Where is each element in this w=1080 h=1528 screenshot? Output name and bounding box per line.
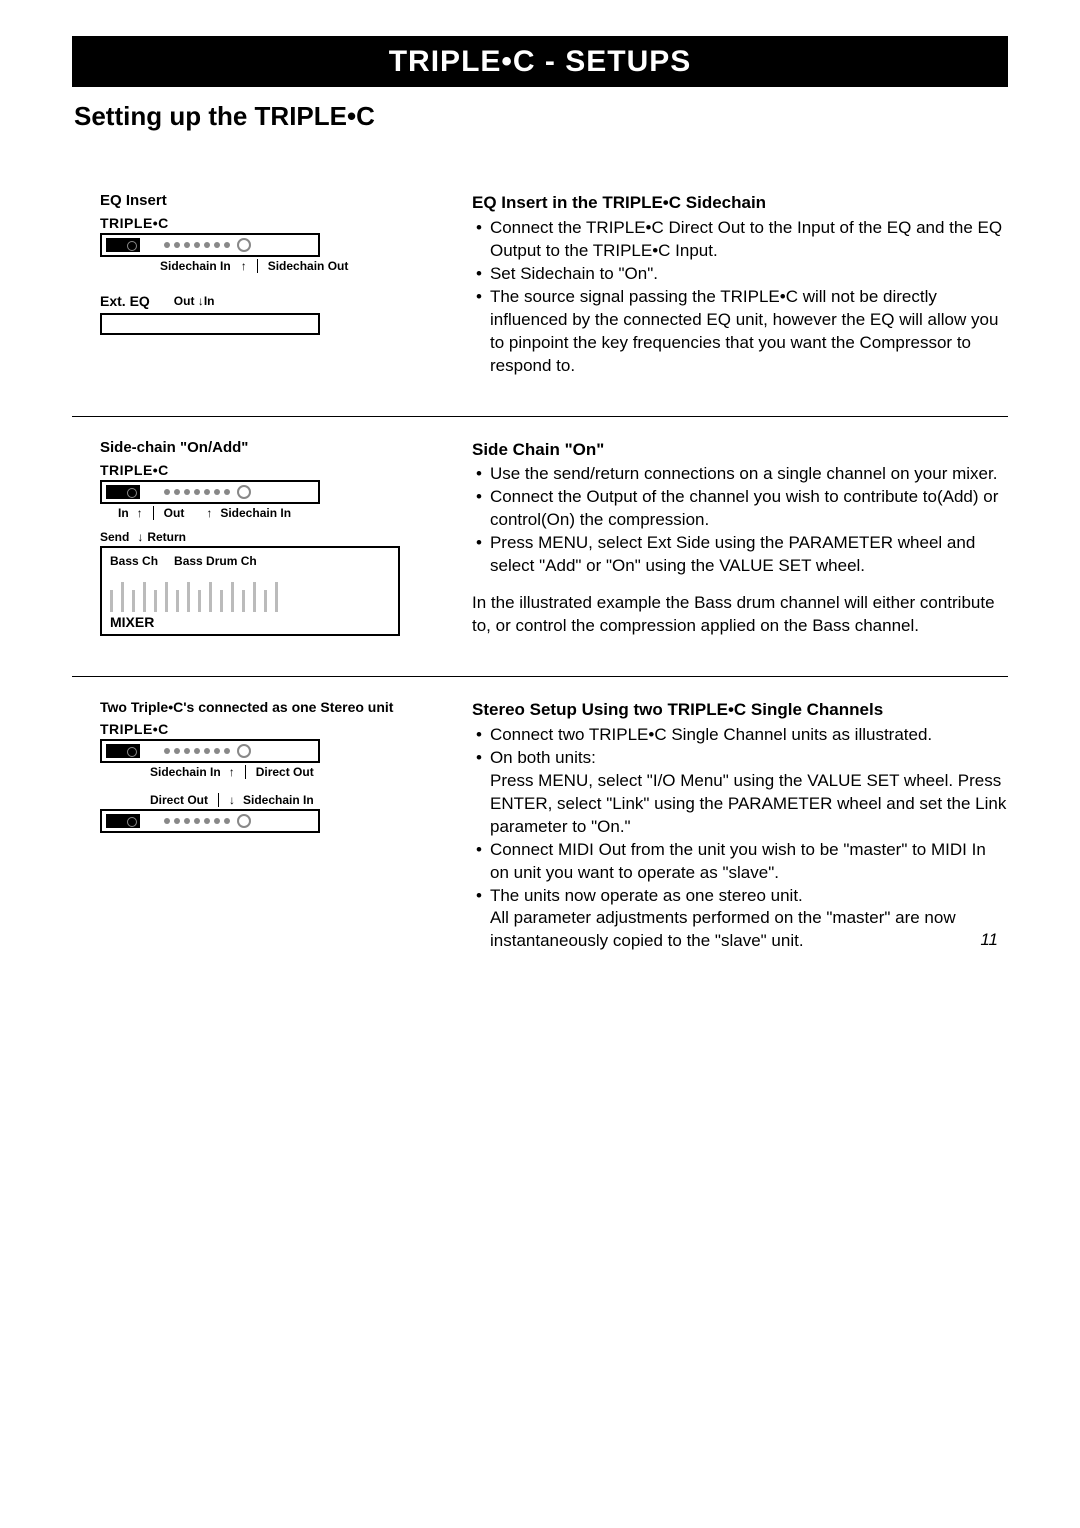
diagram-title: Side-chain "On/Add" — [100, 439, 442, 456]
bullet: The units now operate as one stereo unit… — [472, 885, 1008, 954]
channel-label: Bass Drum Ch — [174, 554, 257, 568]
ext-eq-box-icon — [100, 313, 320, 335]
unit-label: TRIPLE•C — [100, 721, 442, 737]
diagram-sidechain: Side-chain "On/Add" TRIPLE•C In ↑ Out ↑ Si… — [72, 439, 452, 639]
out-label: Out — [164, 506, 185, 520]
connection-labels: In ↑ Out ↑ Sidechain In — [100, 506, 442, 520]
bullet: The source signal passing the TRIPLE•C w… — [472, 286, 1008, 378]
send-return-labels: Send ↓ Return — [100, 530, 442, 544]
diagram-title: EQ Insert — [100, 192, 442, 209]
paragraph: In the illustrated example the Bass drum… — [472, 592, 1008, 638]
bullet: Connect MIDI Out from the unit you wish … — [472, 839, 1008, 885]
rack-unit-icon — [100, 480, 320, 504]
unit-label: TRIPLE•C — [100, 462, 442, 478]
ext-eq-row: Ext. EQ Out ↓In — [100, 293, 442, 309]
rack-unit-icon — [100, 809, 320, 833]
heading: Stereo Setup Using two TRIPLE•C Single C… — [472, 699, 1008, 722]
ext-eq-label: Ext. EQ — [100, 293, 150, 309]
in-label: In — [118, 506, 129, 520]
diagram-stereo: Two Triple•C's connected as one Stereo u… — [72, 699, 452, 953]
heading: EQ Insert in the TRIPLE•C Sidechain — [472, 192, 1008, 215]
setup-eq-insert: EQ Insert TRIPLE•C Sidechain In Sidechai… — [72, 192, 1008, 417]
section-title: Setting up the TRIPLE•C — [74, 101, 1008, 132]
text-sidechain: Side Chain "On" Use the send/return conn… — [452, 439, 1008, 639]
bullet: Connect the TRIPLE•C Direct Out to the I… — [472, 217, 1008, 263]
bullet: Use the send/return connections on a sin… — [472, 463, 1008, 486]
sidechain-in-label: Sidechain In — [160, 259, 231, 273]
text-stereo: Stereo Setup Using two TRIPLE•C Single C… — [452, 699, 1008, 953]
ext-out-label: Out — [174, 294, 195, 308]
bullet: Press MENU, select Ext Side using the PA… — [472, 532, 1008, 578]
return-label: Return — [147, 530, 186, 544]
sidechain-out-label: Sidechain Out — [268, 259, 349, 273]
channel-label: Bass Ch — [110, 554, 158, 568]
connection-labels: Sidechain In Sidechain Out — [100, 259, 442, 273]
rack-unit-icon — [100, 233, 320, 257]
ext-in-label: In — [204, 294, 215, 308]
banner-title: TRIPLE•C - SETUPS — [72, 39, 1008, 87]
direct-out-label: Direct Out — [150, 793, 208, 807]
mixer-label: MIXER — [110, 614, 390, 630]
diagram-title: Two Triple•C's connected as one Stereo u… — [100, 699, 442, 715]
sidechain-in-label: Sidechain In — [243, 793, 314, 807]
connection-labels-top: Sidechain In ↑ Direct Out — [100, 765, 442, 779]
bullet: Connect the Output of the channel you wi… — [472, 486, 1008, 532]
arrow-down-icon: ↓ — [137, 530, 143, 544]
sidechain-in-label: Sidechain In — [220, 506, 291, 520]
setup-stereo: Two Triple•C's connected as one Stereo u… — [72, 699, 1008, 991]
arrow-up-icon: ↑ — [229, 765, 235, 779]
heading: Side Chain "On" — [472, 439, 1008, 462]
unit-label: TRIPLE•C — [100, 215, 442, 231]
direct-out-label: Direct Out — [256, 765, 314, 779]
connection-labels-bottom: Direct Out ↓ Sidechain In — [100, 793, 442, 807]
faders-icon — [110, 576, 390, 612]
send-label: Send — [100, 530, 129, 544]
bullet: Connect two TRIPLE•C Single Channel unit… — [472, 724, 1008, 747]
arrow-down-icon: ↓ — [229, 793, 235, 807]
content: EQ Insert TRIPLE•C Sidechain In Sidechai… — [72, 192, 1008, 991]
mixer-box-icon: Bass Ch Bass Drum Ch MIXER — [100, 546, 400, 636]
rack-unit-icon — [100, 739, 320, 763]
bullet: On both units:Press MENU, select "I/O Me… — [472, 747, 1008, 839]
bullet: Set Sidechain to "On". — [472, 263, 1008, 286]
diagram-eq-insert: EQ Insert TRIPLE•C Sidechain In Sidechai… — [72, 192, 452, 378]
page-number: 11 — [980, 930, 998, 950]
arrow-up-icon: ↑ — [206, 506, 212, 520]
arrow-up-icon: ↑ — [137, 506, 143, 520]
setup-sidechain: Side-chain "On/Add" TRIPLE•C In ↑ Out ↑ Si… — [72, 439, 1008, 678]
text-eq-insert: EQ Insert in the TRIPLE•C Sidechain Conn… — [452, 192, 1008, 378]
page-frame: TRIPLE•C - SETUPS Setting up the TRIPLE•… — [72, 36, 1008, 1013]
sidechain-in-label: Sidechain In — [150, 765, 221, 779]
arrow-up-icon — [239, 259, 247, 273]
